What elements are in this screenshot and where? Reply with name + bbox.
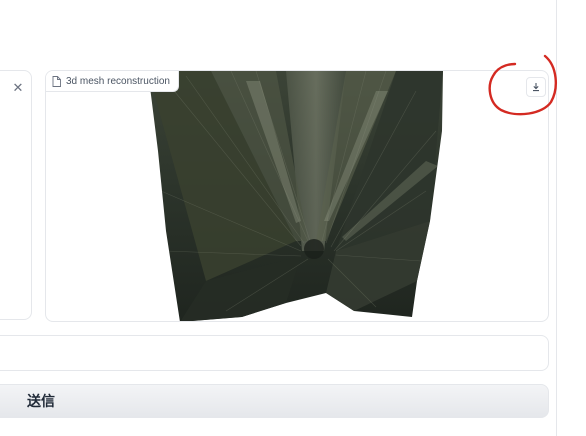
right-divider xyxy=(556,0,557,436)
download-button[interactable] xyxy=(526,77,546,97)
text-input[interactable] xyxy=(0,335,549,371)
model-output-panel: 3d mesh reconstruction xyxy=(45,70,549,322)
file-icon xyxy=(52,75,61,87)
close-icon[interactable]: ✕ xyxy=(9,79,27,97)
submit-button-label: 送信 xyxy=(27,393,55,409)
output-label-text: 3d mesh reconstruction xyxy=(66,75,170,87)
output-label: 3d mesh reconstruction xyxy=(46,71,179,92)
download-icon xyxy=(533,83,539,92)
3d-mesh-viewer[interactable] xyxy=(46,71,549,322)
mesh-render xyxy=(148,71,443,321)
input-panel: ✕ xyxy=(0,70,32,320)
submit-button[interactable]: 送信 xyxy=(0,384,549,418)
